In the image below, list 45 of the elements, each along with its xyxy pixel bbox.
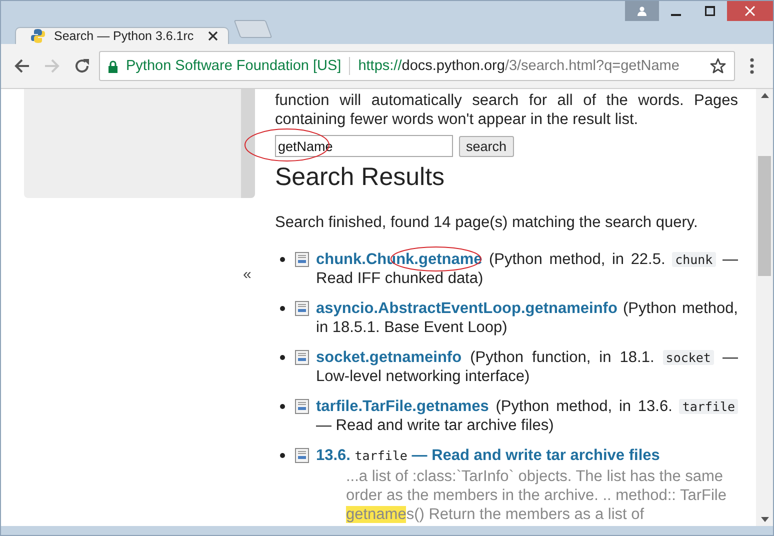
scrollbar[interactable] xyxy=(756,89,773,526)
result-excerpt: ...a list of :class:`TarInfo` objects. The list has the same order as the members in the archive. .. method:: TarFile getnames() Return the members as a list of xyxy=(346,467,728,524)
scrollbar-thumb[interactable] xyxy=(758,156,771,276)
result-link[interactable]: asyncio.AbstractEventLoop.getnameinfo xyxy=(316,300,618,317)
close-window-button[interactable] xyxy=(727,1,773,21)
bullet-icon xyxy=(280,453,285,458)
bullet-icon xyxy=(280,306,285,311)
close-icon xyxy=(745,6,755,16)
tab-title: Search — Python 3.6.1rc xyxy=(54,29,195,43)
lock-icon xyxy=(108,60,118,72)
result-summary: Search finished, found 14 page(s) matching the search query. xyxy=(275,213,699,232)
result-entry: socket.getnameinfo (Python function, in 18.1. socket — Low-level networking interface) xyxy=(316,348,738,386)
page-icon xyxy=(295,399,309,414)
sidebar-collapse-button[interactable]: « xyxy=(243,266,252,283)
page-icon xyxy=(295,448,309,463)
address-bar[interactable]: Python Software Foundation [US] https://docs.python.org/3/search.html?q=getName xyxy=(99,51,735,81)
page-heading: Search Results xyxy=(275,163,446,191)
scroll-up-icon[interactable] xyxy=(760,93,768,98)
result-link[interactable]: 13.6. tarfile — Read and write tar archive files xyxy=(316,447,660,464)
result-entry: asyncio.AbstractEventLoop.getnameinfo (Python method, in 18.5.1. Base Event Loop) xyxy=(316,299,738,337)
bullet-icon xyxy=(280,355,285,360)
person-icon xyxy=(637,6,647,16)
result-link[interactable]: tarfile.TarFile.getnames xyxy=(316,398,489,415)
bullet-icon xyxy=(280,404,285,409)
browser-tab[interactable]: Search — Python 3.6.1rc xyxy=(15,27,229,44)
maximize-icon xyxy=(705,6,715,16)
intro-text: function will automatically search for all of the words. Pages containing fewer words won't appear in the result list. xyxy=(275,91,738,129)
close-icon[interactable] xyxy=(208,31,218,41)
reload-icon xyxy=(74,58,90,74)
star-icon[interactable] xyxy=(710,58,726,74)
bullet-icon xyxy=(280,257,285,262)
search-button[interactable]: search xyxy=(459,136,514,156)
result-link[interactable]: socket.getnameinfo xyxy=(316,349,462,366)
page-icon xyxy=(295,252,309,267)
minimize-icon xyxy=(671,14,681,16)
url-text: https://docs.python.org/3/search.html?q=getName xyxy=(358,58,680,74)
result-entry: tarfile.TarFile.getnames (Python method, in 13.6. tarfile — Read and write tar archive files) xyxy=(316,397,738,435)
forward-arrow-icon xyxy=(44,58,60,74)
python-logo-icon xyxy=(30,28,46,44)
page-icon xyxy=(295,301,309,316)
site-identity: Python Software Foundation [US] xyxy=(126,58,342,74)
scroll-down-icon[interactable] xyxy=(760,517,768,522)
back-arrow-icon xyxy=(14,58,30,74)
menu-dots-icon xyxy=(750,58,754,74)
page-icon xyxy=(295,350,309,365)
